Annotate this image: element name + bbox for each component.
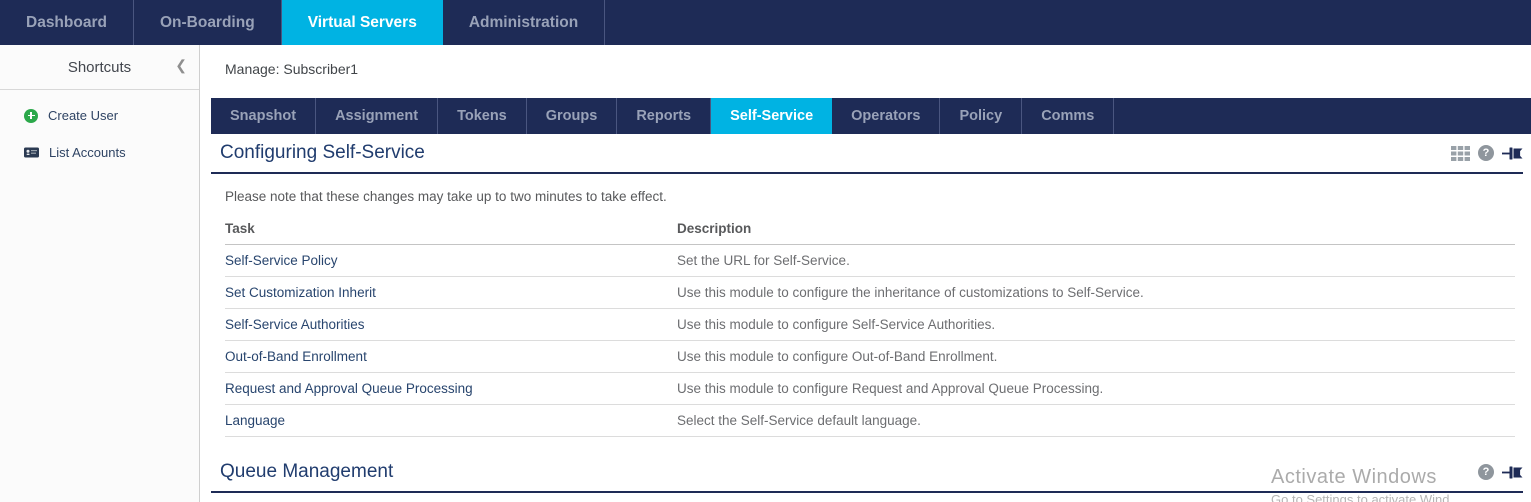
task-link[interactable]: Request and Approval Queue Processing: [225, 381, 473, 396]
top-nav-tab-label: Administration: [469, 14, 578, 32]
task-link[interactable]: Set Customization Inherit: [225, 285, 376, 300]
task-description: Select the Self-Service default language…: [677, 405, 1515, 437]
manage-subscriber-label: Manage: Subscriber1: [225, 61, 358, 77]
server-tab-label: Operators: [851, 108, 920, 124]
activate-windows-watermark-subtext: Go to Settings to activate Wind: [1271, 492, 1449, 502]
self-service-task-table: Task Description Self-Service Policy Set…: [225, 212, 1515, 437]
pin-icon[interactable]: [1502, 146, 1523, 161]
top-nav-tab-label: Virtual Servers: [308, 14, 417, 32]
sidebar-items: Create User List Accounts: [0, 90, 199, 160]
server-tab-label: Self-Service: [730, 108, 813, 124]
chevron-left-icon[interactable]: ❮: [175, 57, 187, 74]
section-header-icons: ?: [1478, 464, 1523, 480]
section-title: Queue Management: [220, 461, 393, 483]
sidebar-item-create-user[interactable]: Create User: [24, 108, 199, 123]
top-nav-tab[interactable]: Virtual Servers: [282, 0, 443, 45]
task-description: Use this module to configure the inherit…: [677, 277, 1515, 309]
table-header-row: Task Description: [225, 212, 1515, 245]
table-row: Language Select the Self-Service default…: [225, 405, 1515, 437]
task-link[interactable]: Self-Service Policy: [225, 253, 338, 268]
main-content: Manage: Subscriber1 Snapshot Assignment …: [201, 45, 1531, 502]
section-header-configuring-self-service: Configuring Self-Service ?: [211, 140, 1523, 174]
server-tab-label: Reports: [636, 108, 691, 124]
server-tab[interactable]: Groups: [527, 98, 618, 134]
server-tab[interactable]: Tokens: [438, 98, 527, 134]
task-description: Use this module to configure Out-of-Band…: [677, 341, 1515, 373]
server-tab-label: Tokens: [457, 108, 507, 124]
table-row: Self-Service Policy Set the URL for Self…: [225, 245, 1515, 277]
server-tab[interactable]: Operators: [832, 98, 940, 134]
account-card-icon: [24, 147, 39, 158]
plus-circle-icon: [24, 109, 38, 123]
sidebar-header: Shortcuts ❮: [0, 45, 199, 90]
sidebar-item-label: Create User: [48, 108, 118, 123]
activate-windows-watermark: Activate Windows: [1271, 466, 1437, 489]
server-tab-label: Assignment: [335, 108, 418, 124]
help-icon[interactable]: ?: [1478, 145, 1494, 161]
top-nav-tab[interactable]: On-Boarding: [134, 0, 282, 45]
shortcuts-sidebar: Shortcuts ❮ Create User List Accounts: [0, 45, 200, 502]
task-description: Use this module to configure Request and…: [677, 373, 1515, 405]
sidebar-item-list-accounts[interactable]: List Accounts: [24, 145, 199, 160]
top-navigation: Dashboard On-Boarding Virtual Servers Ad…: [0, 0, 1531, 45]
pin-icon[interactable]: [1502, 465, 1523, 480]
section-title: Configuring Self-Service: [220, 142, 425, 164]
table-grid-icon[interactable]: [1451, 146, 1470, 161]
server-tab[interactable]: Self-Service: [711, 98, 832, 134]
virtual-server-tabs: Snapshot Assignment Tokens Groups Report…: [211, 98, 1531, 134]
column-header-description: Description: [677, 212, 1515, 245]
task-link[interactable]: Self-Service Authorities: [225, 317, 365, 332]
help-icon[interactable]: ?: [1478, 464, 1494, 480]
top-nav-tab-label: On-Boarding: [160, 14, 255, 32]
task-description: Use this module to configure Self-Servic…: [677, 309, 1515, 341]
section-header-icons: ?: [1451, 145, 1523, 161]
table-row: Request and Approval Queue Processing Us…: [225, 373, 1515, 405]
server-tab-label: Snapshot: [230, 108, 296, 124]
server-tab-label: Groups: [546, 108, 598, 124]
server-tab[interactable]: Snapshot: [211, 98, 316, 134]
table-row: Set Customization Inherit Use this modul…: [225, 277, 1515, 309]
self-service-content: Configuring Self-Service ?: [201, 134, 1531, 493]
task-link[interactable]: Language: [225, 413, 285, 428]
top-nav-tab-label: Dashboard: [26, 14, 107, 32]
server-tab-label: Comms: [1041, 108, 1094, 124]
server-tab[interactable]: Comms: [1022, 98, 1114, 134]
server-tab-label: Policy: [959, 108, 1002, 124]
sidebar-title: Shortcuts: [68, 59, 131, 76]
server-tab[interactable]: Assignment: [316, 98, 438, 134]
sidebar-item-label: List Accounts: [49, 145, 126, 160]
table-row: Out-of-Band Enrollment Use this module t…: [225, 341, 1515, 373]
table-row: Self-Service Authorities Use this module…: [225, 309, 1515, 341]
server-tab[interactable]: Policy: [940, 98, 1022, 134]
server-tab[interactable]: Reports: [617, 98, 711, 134]
column-header-task: Task: [225, 212, 677, 245]
task-link[interactable]: Out-of-Band Enrollment: [225, 349, 367, 364]
task-description: Set the URL for Self-Service.: [677, 245, 1515, 277]
top-nav-tab[interactable]: Dashboard: [0, 0, 134, 45]
top-nav-tab[interactable]: Administration: [443, 0, 605, 45]
effect-delay-note: Please note that these changes may take …: [225, 189, 1531, 204]
